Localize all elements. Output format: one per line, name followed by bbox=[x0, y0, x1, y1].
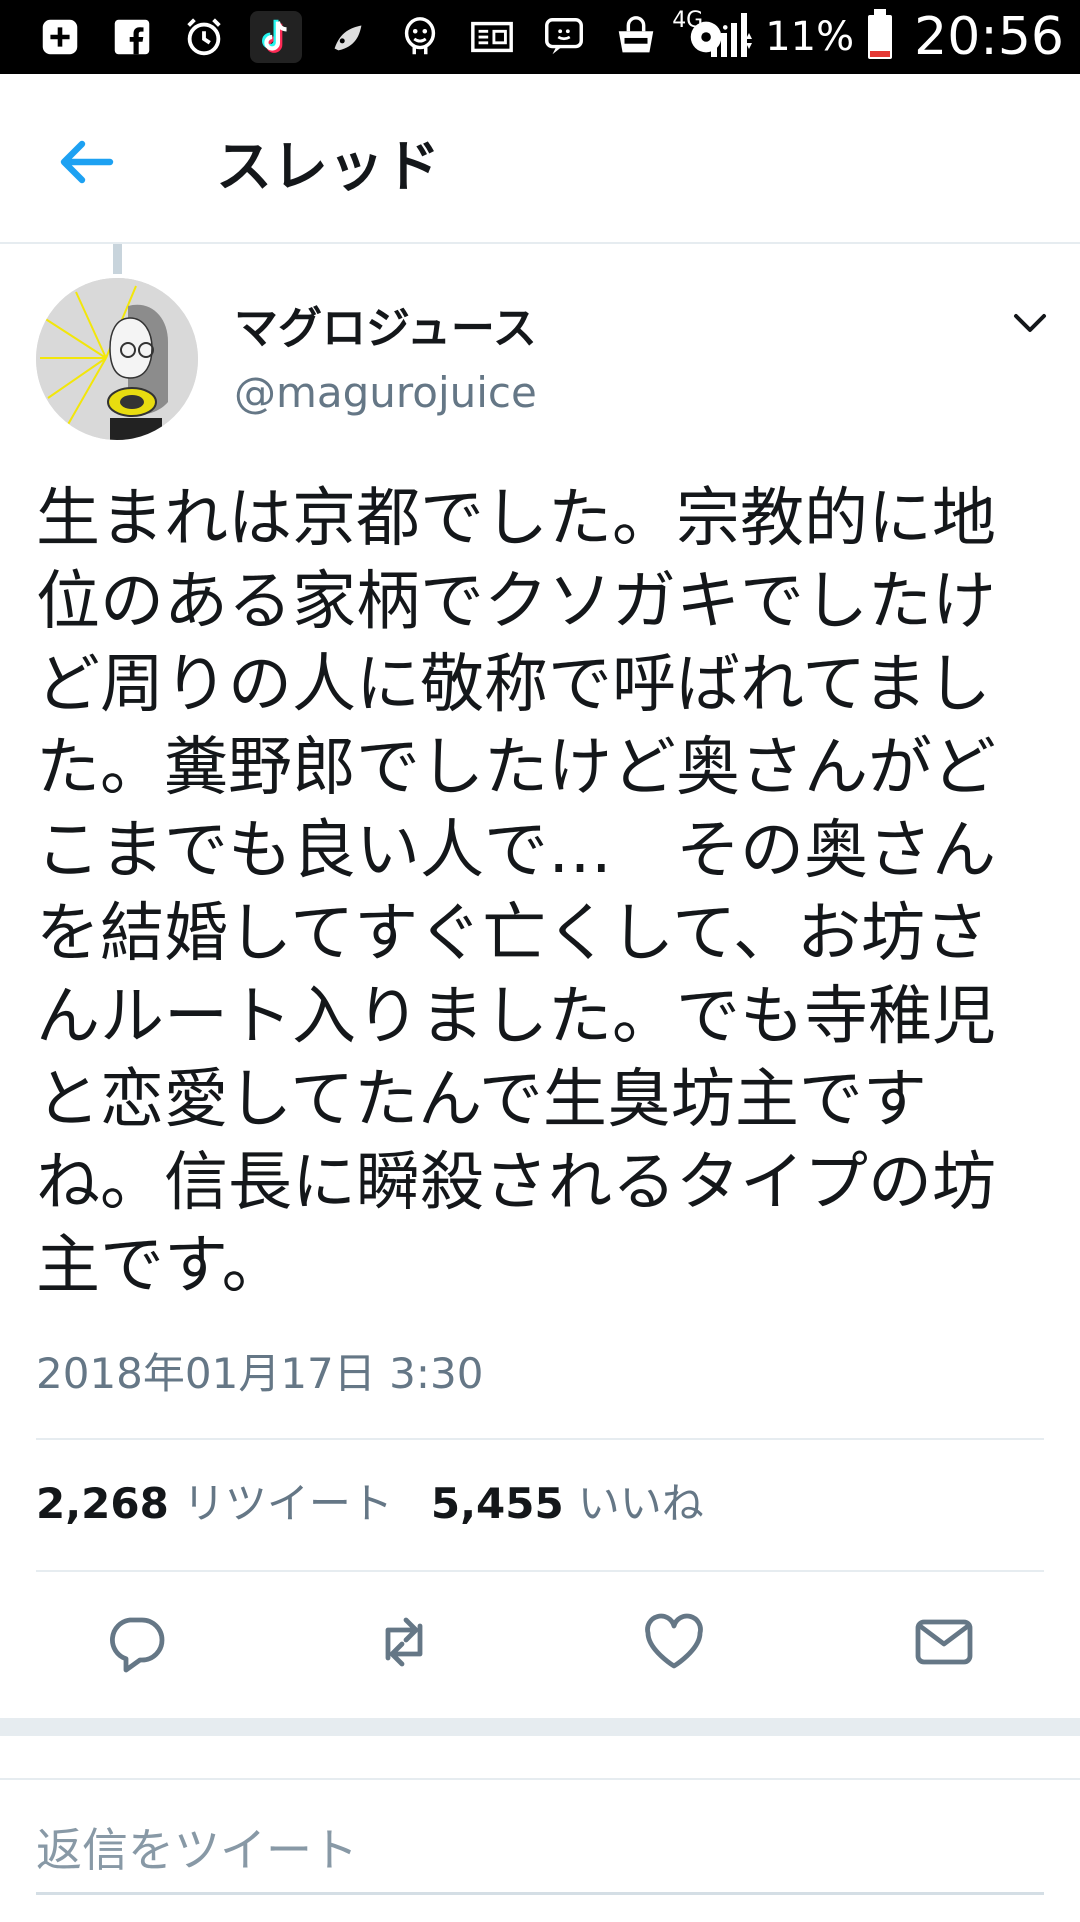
section-separator bbox=[0, 1718, 1080, 1736]
tweet-stats: 2,268 リツイート 5,455 いいね bbox=[36, 1470, 704, 1531]
chat-icon bbox=[538, 11, 590, 63]
battery-percent: 11% bbox=[765, 14, 855, 60]
tiktok-icon bbox=[250, 11, 302, 63]
market-icon bbox=[610, 11, 662, 63]
facebook-icon bbox=[106, 11, 158, 63]
like-label[interactable]: いいね bbox=[578, 1470, 704, 1531]
app-header: スレッド bbox=[0, 74, 1080, 244]
chevron-down-icon[interactable] bbox=[1010, 308, 1050, 338]
display-name[interactable]: マグロジュース bbox=[234, 292, 537, 356]
signal-icon bbox=[709, 11, 753, 63]
retweet-count[interactable]: 2,268 bbox=[36, 1479, 169, 1528]
reply-bar bbox=[0, 1778, 1080, 1922]
share-mail-icon[interactable] bbox=[912, 1610, 976, 1674]
retweet-icon[interactable] bbox=[372, 1610, 436, 1674]
system-status: 4G 11% 20:56 bbox=[672, 0, 1064, 74]
tweet-actions bbox=[0, 1610, 1080, 1690]
status-bar: 4G 11% 20:56 bbox=[0, 0, 1080, 74]
user-handle[interactable]: @magurojuice bbox=[234, 368, 537, 417]
clock: 20:56 bbox=[914, 7, 1064, 67]
alarm-icon bbox=[178, 11, 230, 63]
divider bbox=[36, 1570, 1044, 1572]
thread-connector bbox=[113, 244, 122, 274]
news-icon bbox=[466, 11, 518, 63]
page-title: スレッド bbox=[216, 135, 440, 200]
reply-input[interactable] bbox=[36, 1808, 1044, 1895]
battery-icon bbox=[866, 9, 894, 65]
tweet-text: 生まれは京都でした。宗教的に地位のある家柄でクソガキでしたけど周りの人に敬称で呼… bbox=[36, 482, 996, 1303]
tweet-timestamp: 2018年01月17日 3:30 bbox=[36, 1349, 484, 1398]
divider bbox=[36, 1438, 1044, 1440]
plus-box-icon bbox=[34, 11, 86, 63]
network-type: 4G bbox=[672, 8, 704, 33]
cartoon-icon bbox=[394, 11, 446, 63]
leaf-icon bbox=[322, 11, 374, 63]
like-heart-icon[interactable] bbox=[642, 1610, 706, 1674]
back-arrow-icon[interactable] bbox=[54, 130, 118, 194]
reply-icon[interactable] bbox=[104, 1610, 168, 1674]
avatar[interactable] bbox=[36, 278, 198, 440]
like-count[interactable]: 5,455 bbox=[431, 1479, 564, 1528]
notification-icons bbox=[34, 11, 734, 63]
retweet-label[interactable]: リツイート bbox=[183, 1470, 393, 1531]
